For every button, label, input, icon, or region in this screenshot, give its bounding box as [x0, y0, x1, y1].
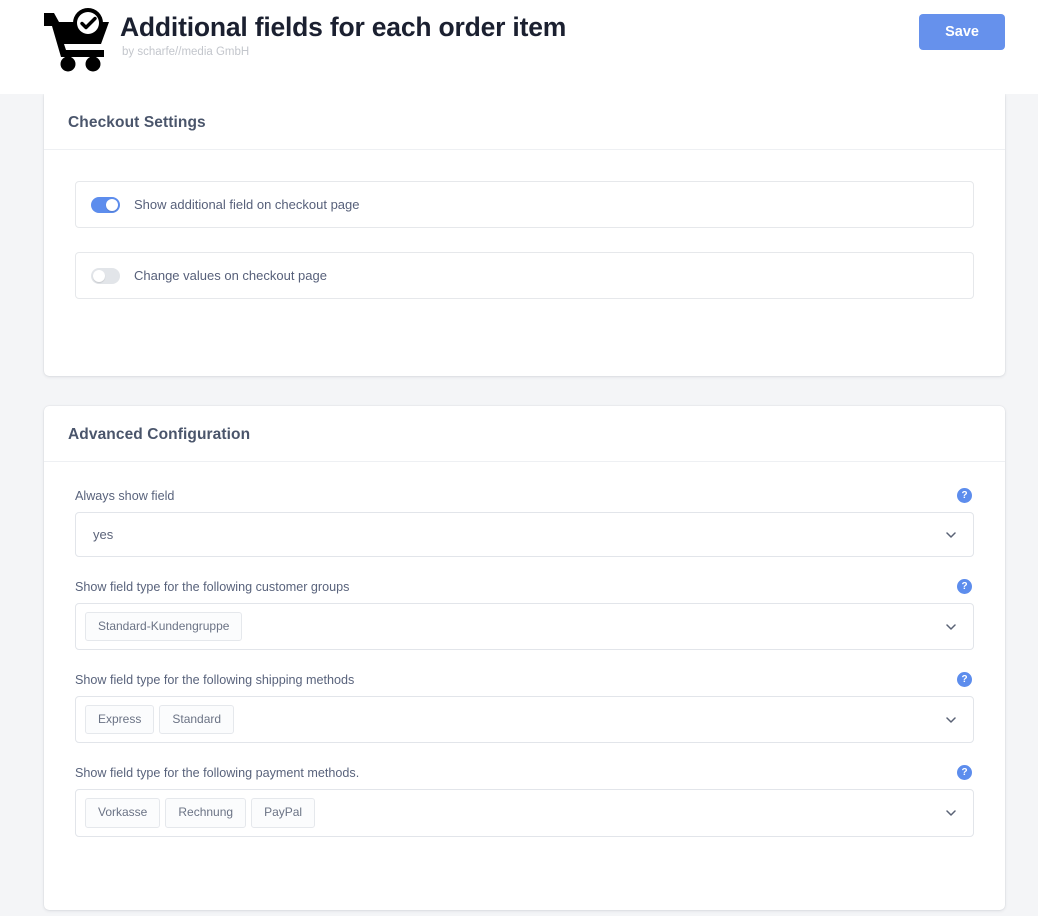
checkout-settings-body: Show additional field on checkout page C…	[44, 150, 1005, 327]
select-value-always-show-field: yes	[93, 527, 114, 542]
tag-item[interactable]: Standard-Kundengruppe	[85, 612, 243, 642]
field-shipping-methods: Show field type for the following shippi…	[75, 672, 974, 744]
field-label-row: Always show field ?	[75, 488, 974, 503]
chevron-down-icon	[946, 810, 956, 816]
shopping-cart-check-icon	[38, 6, 116, 72]
field-label-shipping-methods: Show field type for the following shippi…	[75, 672, 355, 687]
toggle-knob	[106, 198, 118, 211]
toggle-row-change-values[interactable]: Change values on checkout page	[75, 252, 974, 299]
chevron-down-icon	[946, 717, 956, 723]
select-shipping-methods[interactable]: Express Standard	[75, 696, 974, 744]
brand-text: Additional fields for each order item by…	[116, 6, 566, 58]
page-title: Additional fields for each order item	[120, 12, 567, 42]
advanced-configuration-title: Advanced Configuration	[68, 426, 251, 443]
select-always-show-field[interactable]: yes	[75, 512, 974, 557]
field-label-row: Show field type for the following shippi…	[75, 672, 974, 688]
tag-item[interactable]: Vorkasse	[85, 798, 161, 828]
field-label-customer-groups: Show field type for the following custom…	[75, 579, 350, 594]
select-customer-groups[interactable]: Standard-Kundengruppe	[75, 603, 974, 651]
help-icon-shipping-methods[interactable]: ?	[957, 672, 972, 688]
chevron-down-icon	[946, 531, 956, 538]
checkout-settings-title: Checkout Settings	[68, 114, 206, 131]
advanced-configuration-card: Advanced Configuration Always show field…	[44, 406, 1005, 910]
chevron-down-icon	[946, 623, 956, 630]
tag-item[interactable]: Rechnung	[165, 798, 247, 828]
field-payment-methods: Show field type for the following paymen…	[75, 765, 974, 837]
field-label-payment-methods: Show field type for the following paymen…	[75, 765, 360, 780]
field-always-show-field: Always show field ? yes	[75, 488, 974, 557]
brand: Additional fields for each order item by…	[38, 0, 566, 72]
toggle-switch-show-additional-field[interactable]	[91, 196, 120, 213]
field-customer-groups: Show field type for the following custom…	[75, 579, 974, 651]
toggle-label-show-additional-field: Show additional field on checkout page	[134, 197, 360, 212]
settings-content: Checkout Settings Show additional field …	[0, 94, 1038, 916]
select-payment-methods[interactable]: Vorkasse Rechnung PayPal	[75, 789, 974, 837]
header-actions: Save	[919, 0, 1005, 50]
advanced-configuration-header: Advanced Configuration	[44, 406, 1005, 462]
checkout-settings-header: Checkout Settings	[44, 94, 1005, 150]
app-header: Additional fields for each order item by…	[0, 0, 1038, 94]
save-button[interactable]: Save	[919, 14, 1005, 50]
field-label-row: Show field type for the following custom…	[75, 579, 974, 594]
toggle-knob	[93, 269, 105, 282]
advanced-configuration-body: Always show field ? yes Show field type …	[44, 462, 1005, 837]
field-label-always-show-field: Always show field	[75, 488, 175, 503]
toggle-switch-change-values[interactable]	[91, 267, 120, 284]
tag-item[interactable]: Express	[85, 705, 155, 735]
help-icon-payment-methods[interactable]: ?	[957, 765, 972, 781]
tag-item[interactable]: PayPal	[251, 798, 316, 828]
help-icon-customer-groups[interactable]: ?	[957, 579, 972, 594]
toggle-label-change-values: Change values on checkout page	[134, 268, 327, 283]
checkout-settings-card: Checkout Settings Show additional field …	[44, 94, 1005, 376]
tag-item[interactable]: Standard	[159, 705, 235, 735]
page-subtitle: by scharfe//media GmbH	[122, 46, 250, 59]
help-icon-always-show-field[interactable]: ?	[957, 488, 972, 503]
toggle-row-show-additional-field[interactable]: Show additional field on checkout page	[75, 181, 974, 228]
field-label-row: Show field type for the following paymen…	[75, 765, 974, 781]
